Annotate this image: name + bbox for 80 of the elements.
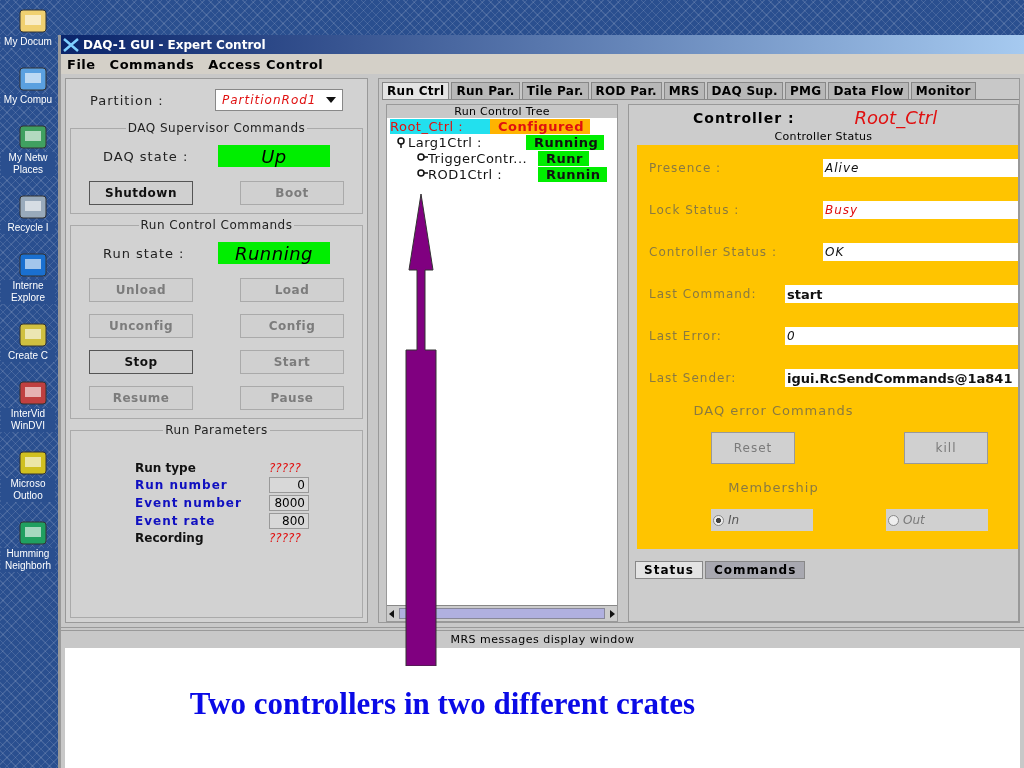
state-label: Runr — [538, 150, 589, 166]
parameter-label: Run type — [135, 461, 197, 475]
desktop-icon-label[interactable]: My Compu — [1, 94, 55, 106]
tab[interactable]: DAQ Sup. — [706, 82, 783, 99]
tree-node[interactable]: TriggerContr... — [428, 150, 538, 166]
controller-name: Root_Ctrl — [854, 107, 938, 128]
parameter-value: 8000 — [269, 495, 309, 511]
command-button[interactable]: Shutdown — [89, 181, 193, 205]
parameter-label: Recording — [135, 531, 205, 545]
desktop-icon-label[interactable]: Create C — [1, 350, 55, 362]
state-label: Run state : — [103, 245, 185, 261]
tab[interactable]: Monitor — [910, 82, 976, 99]
desktop-icon-label[interactable]: Interne Explore — [1, 280, 55, 304]
menu-item[interactable]: Access Control — [208, 56, 324, 72]
command-button[interactable]: Stop — [89, 350, 193, 374]
status-label: Lock Status : — [649, 203, 741, 217]
state-label: DAQ state : — [103, 148, 189, 164]
tab[interactable]: Status — [635, 561, 703, 579]
desktop-icon-label[interactable]: Humming Neighborh — [1, 548, 55, 572]
panel-title: Controller Status — [773, 130, 874, 143]
tab[interactable]: Run Par. — [451, 82, 520, 99]
expanded-node-icon[interactable] — [396, 136, 408, 148]
desktop-icon-label[interactable]: InterVid WinDVI — [1, 408, 55, 432]
parameter-value: 800 — [269, 513, 309, 529]
status-label: Last Sender: — [649, 371, 738, 385]
status-label: Last Error: — [649, 329, 723, 343]
window-title: DAQ-1 GUI - Expert Control — [83, 37, 266, 52]
parameter-label: Event number — [135, 496, 243, 510]
slide-caption: Two controllers in two different crates — [189, 686, 696, 722]
scroll-left-icon[interactable] — [387, 608, 397, 619]
tab[interactable]: MRS — [663, 82, 705, 99]
state-indicator: Up — [218, 145, 330, 167]
state-label: Runnin — [538, 166, 607, 182]
tab[interactable]: Tile Par. — [521, 82, 589, 99]
state-label: Running — [526, 134, 605, 150]
tab[interactable]: ROD Par. — [590, 82, 662, 99]
status-label: Last Command: — [649, 287, 758, 301]
status-field: igui.RcSendCommands@1a841 — [785, 369, 1018, 387]
section-title: Membership — [728, 480, 819, 495]
status-field: Busy — [823, 201, 1018, 219]
group-title: DAQ Supervisor Commands — [126, 121, 307, 135]
controller-label: Controller : — [693, 109, 795, 126]
collapsed-node-icon[interactable] — [416, 168, 428, 180]
menu-item[interactable]: Commands — [109, 56, 195, 72]
desktop-icon-label[interactable]: Recycle I — [1, 222, 55, 234]
collapsed-node-icon[interactable] — [416, 152, 428, 164]
parameter-label: Event rate — [135, 514, 217, 528]
tab[interactable]: Commands — [704, 561, 806, 579]
status-label: Controller Status : — [649, 245, 778, 259]
state-indicator: Running — [218, 242, 330, 264]
tree-node[interactable]: Larg1Ctrl : — [408, 134, 526, 150]
menu-item[interactable]: File — [67, 56, 96, 72]
group-title: Run Parameters — [164, 423, 269, 437]
desktop-icon-label[interactable]: My Netw Places — [1, 152, 55, 176]
parameter-value: 0 — [269, 477, 309, 493]
status-label: Presence : — [649, 161, 723, 175]
dropdown-caret-icon[interactable] — [326, 97, 336, 103]
panel-title: Run Control Tree — [453, 105, 551, 118]
desktop-icon-label[interactable]: My Docum — [1, 36, 55, 48]
state-label: Configured — [490, 118, 590, 134]
status-field: 0 — [785, 327, 1018, 345]
radio-button[interactable]: In — [711, 509, 813, 531]
parameter-label: Run number — [135, 478, 229, 492]
desktop-icon-label[interactable]: Microso Outloo — [1, 478, 55, 502]
status-field: start — [785, 285, 1018, 303]
panel-title: MRS messages display window — [449, 633, 636, 646]
parameter-value: ????? — [269, 531, 302, 545]
partition-dropdown[interactable]: PartitionRod1 — [215, 89, 343, 111]
x-logo-icon — [63, 37, 79, 52]
status-field: Alive — [823, 159, 1018, 177]
tree-node[interactable]: ROD1Ctrl : — [428, 166, 538, 182]
tab[interactable]: PMG — [784, 82, 827, 99]
tab[interactable]: Data Flow — [828, 82, 909, 99]
tab[interactable]: Run Ctrl — [382, 82, 450, 99]
partition-label: Partition : — [90, 92, 164, 108]
status-field: OK — [823, 243, 1018, 261]
group-title: Run Control Commands — [139, 218, 294, 232]
scroll-right-icon[interactable] — [607, 608, 617, 619]
parameter-value: ????? — [269, 461, 302, 475]
section-title: DAQ error Commands — [693, 403, 854, 418]
